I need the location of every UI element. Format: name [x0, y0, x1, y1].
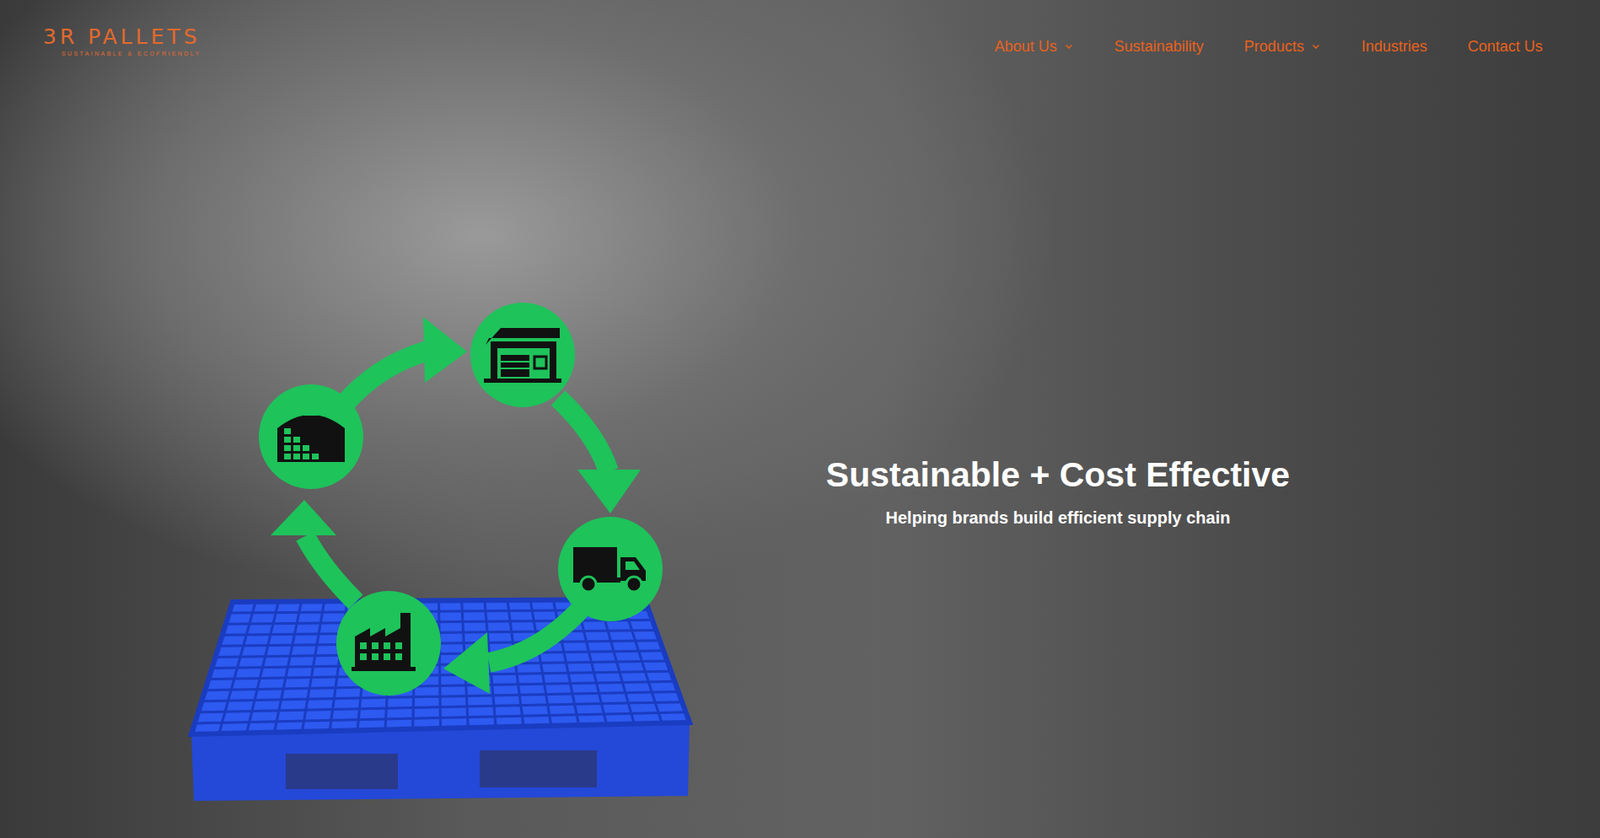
hero-page: 3R PALLETS SUSTAINABLE & ECOFRIENDLY Abo…: [0, 0, 1600, 838]
nav-item[interactable]: Contact Us: [1467, 37, 1543, 56]
logo-title: 3R PALLETS: [42, 25, 201, 49]
hero-subtitle: Helping brands build efficient supply ch…: [885, 506, 1231, 529]
hero-text: Sustainable + Cost Effective Helping bra…: [692, 56, 1423, 838]
storehouse-icon: [470, 302, 575, 408]
logo-tagline: SUSTAINABLE & ECOFRIENDLY: [42, 50, 202, 57]
graphic-area: [0, 56, 693, 838]
main-nav: About Us Sustainability Products Industr…: [994, 37, 1543, 56]
nav-item[interactable]: About Us: [994, 37, 1074, 56]
nav-item[interactable]: Sustainability: [1114, 37, 1204, 56]
chevron-down-icon: [1063, 41, 1074, 52]
warehouse-icon: [258, 384, 364, 489]
hero: Sustainable + Cost Effective Helping bra…: [0, 56, 1600, 838]
nav-item[interactable]: Products: [1244, 37, 1321, 56]
hero-title: Sustainable + Cost Effective: [826, 454, 1290, 495]
pallet-icon: [191, 599, 690, 801]
factory-icon: [336, 590, 441, 696]
cycle-arrows-icon: [270, 316, 641, 694]
nav-item[interactable]: Industries: [1361, 37, 1428, 56]
pallet-cycle-illustration: [187, 298, 693, 805]
truck-icon: [558, 516, 663, 622]
site-header: 3R PALLETS SUSTAINABLE & ECOFRIENDLY Abo…: [0, 0, 1600, 57]
logo[interactable]: 3R PALLETS SUSTAINABLE & ECOFRIENDLY: [42, 25, 202, 57]
chevron-down-icon: [1310, 41, 1321, 52]
